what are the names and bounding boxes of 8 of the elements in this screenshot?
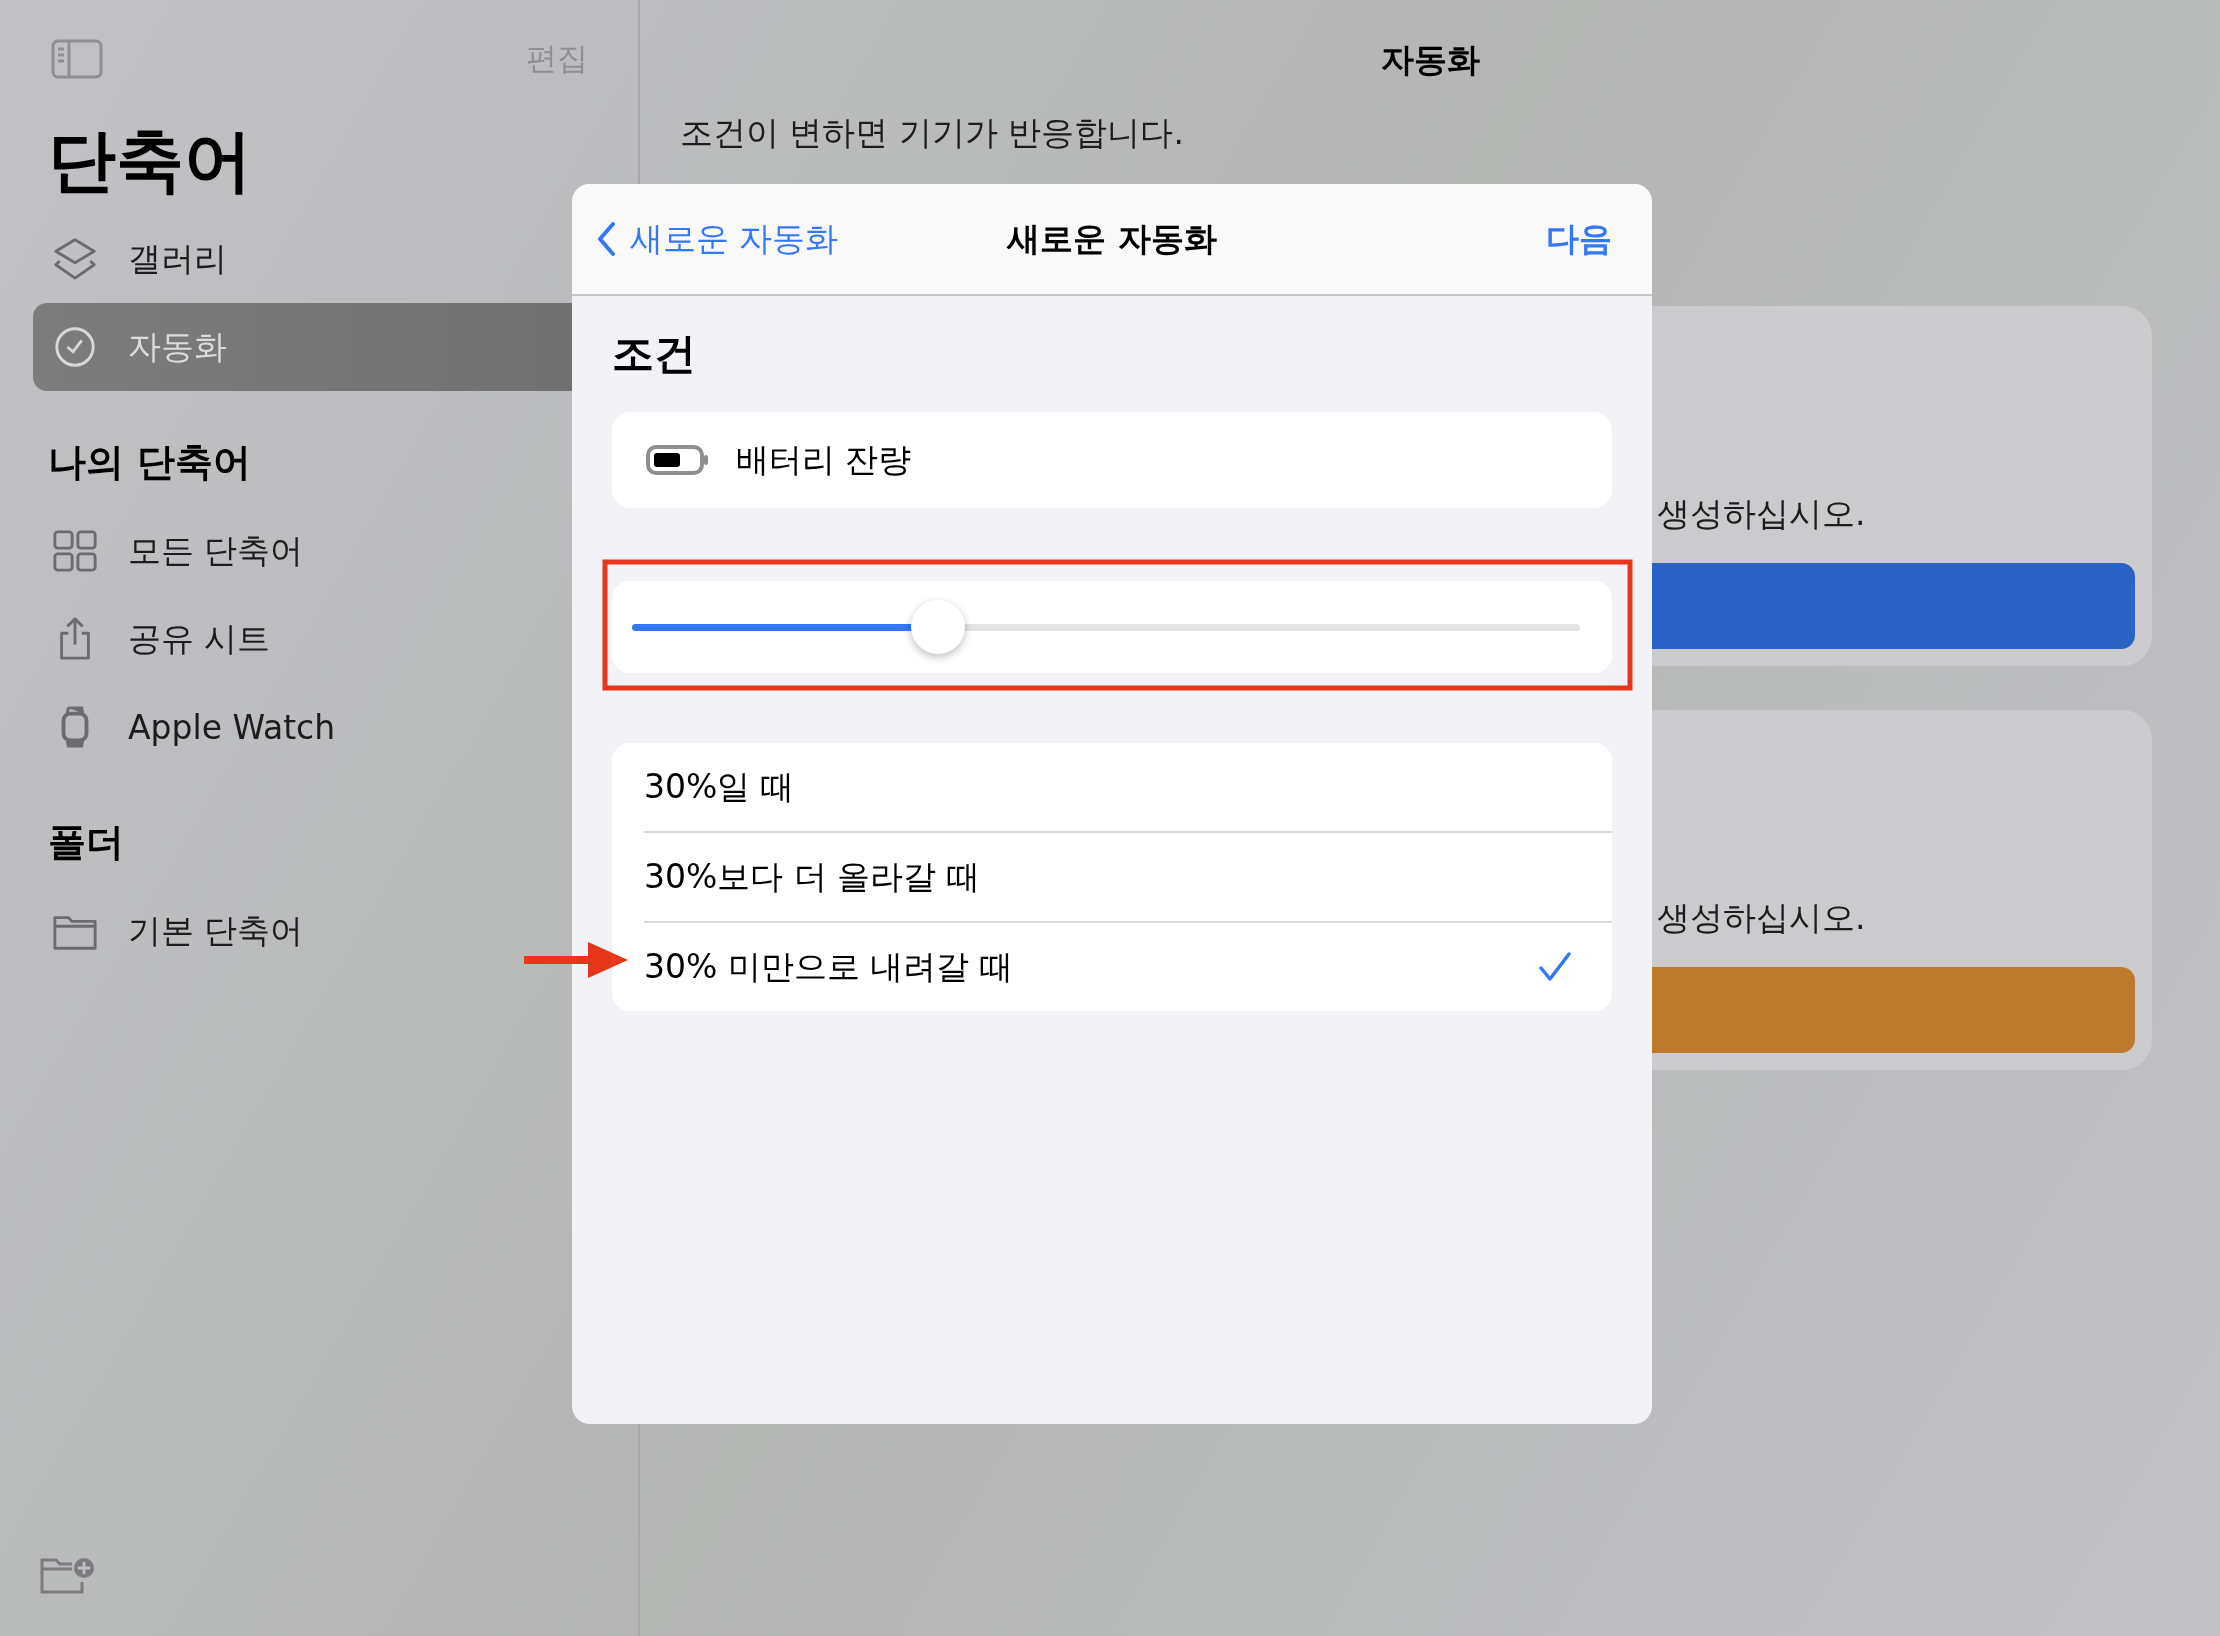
sidebar-title: 단축어 <box>48 120 253 202</box>
section-heading: 폴더 <box>48 819 125 866</box>
page-subtitle: 조건이 변하면 기기가 반응합니다. <box>680 112 1185 154</box>
modal-title: 새로운 자동화 <box>1007 217 1217 260</box>
page-title: 자동화 <box>1379 39 1481 81</box>
card-text: 생성하십시오. <box>1657 493 1867 535</box>
card-text: 생성하십시오. <box>1657 897 1867 939</box>
section-heading: 나의 단축어 <box>48 439 253 486</box>
